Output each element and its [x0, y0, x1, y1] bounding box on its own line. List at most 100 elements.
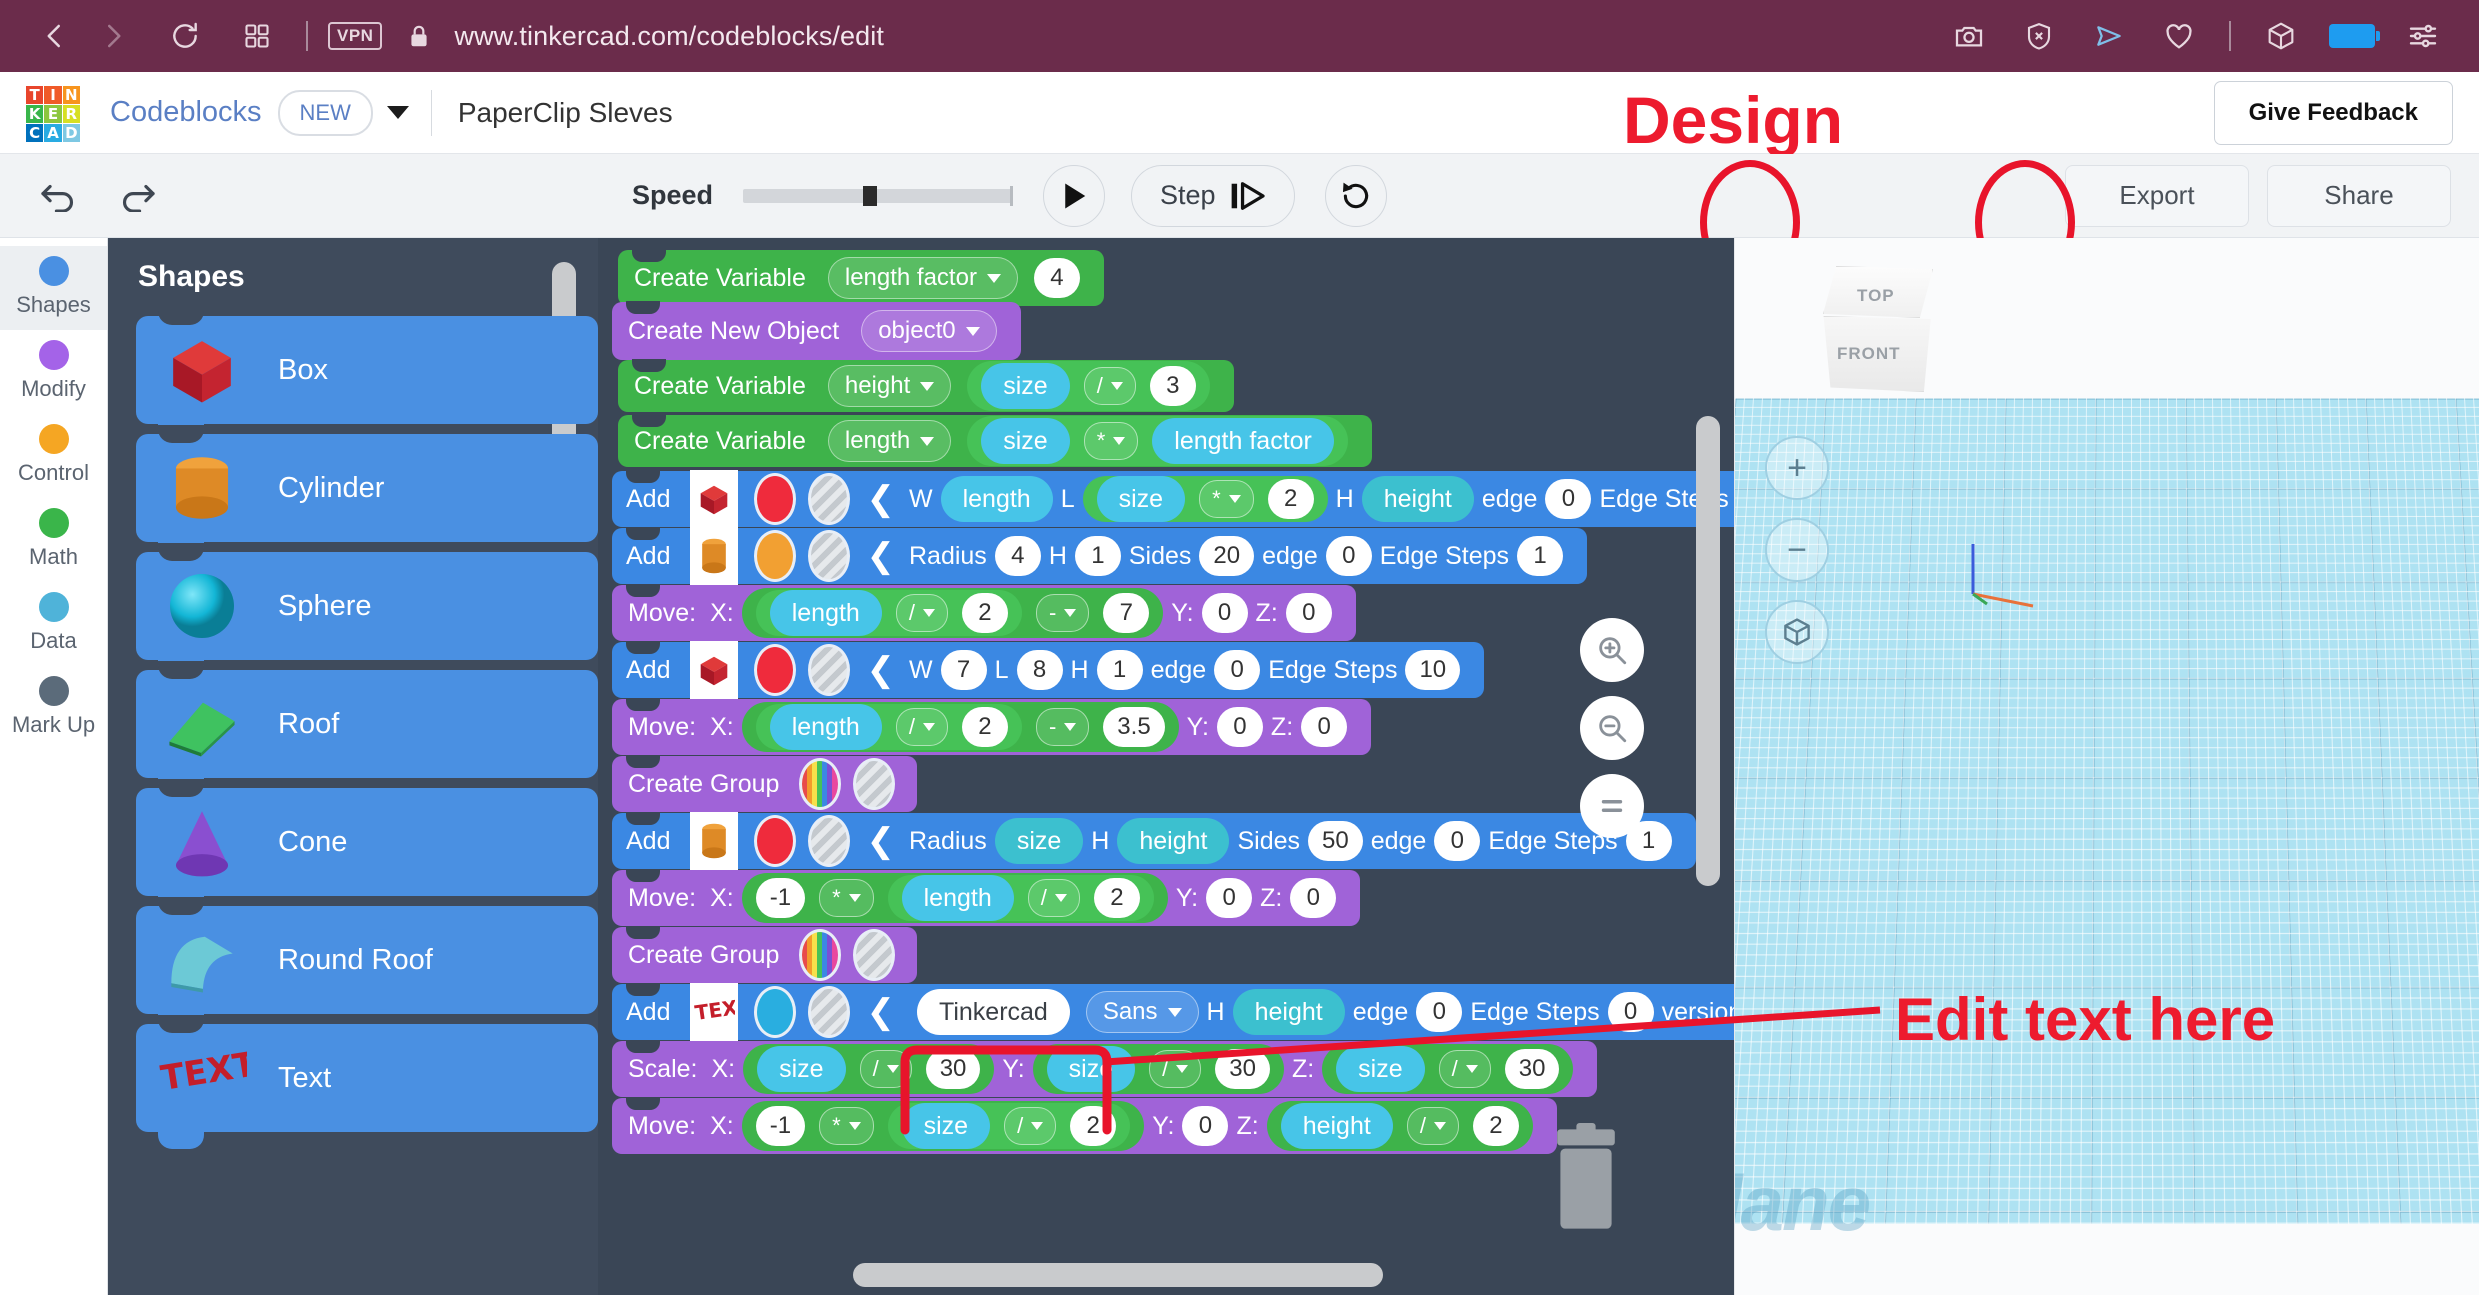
field-edge-value[interactable]: 0: [1545, 479, 1592, 519]
object-dropdown[interactable]: object0: [861, 310, 997, 352]
field-h-value[interactable]: height: [1232, 989, 1345, 1035]
export-button[interactable]: Export: [2065, 164, 2249, 227]
operand-variable[interactable]: size: [901, 1103, 991, 1149]
operand-value-c[interactable]: 2: [1070, 1106, 1117, 1146]
move-y-value[interactable]: 0: [1201, 593, 1248, 633]
hole-swatch[interactable]: [853, 758, 896, 810]
operand-value[interactable]: 3: [1149, 366, 1196, 406]
zoom-out-icon[interactable]: [1580, 696, 1644, 760]
operator-dropdown[interactable]: /: [1406, 1107, 1459, 1145]
hole-swatch[interactable]: [808, 815, 851, 867]
palette-block-sphere[interactable]: Sphere: [136, 543, 598, 677]
block-create-group-2[interactable]: Create Group: [612, 926, 918, 983]
block-create-variable-height[interactable]: Create Variable height size / 3: [618, 359, 1234, 412]
palette-block-text[interactable]: TEXT Text: [136, 1015, 598, 1149]
collapse-chevron-icon[interactable]: ❮: [866, 650, 895, 690]
operator-dropdown[interactable]: /: [1149, 1050, 1202, 1088]
block-add-cylinder-1[interactable]: Add ❮ Radius 4 H 1 Sides 20 edge 0 Edge …: [612, 527, 1588, 585]
block-create-new-object[interactable]: Create New Object object0: [612, 301, 1021, 360]
variable-dropdown[interactable]: length: [827, 420, 952, 462]
operator-dropdown[interactable]: *: [819, 1107, 874, 1145]
operand-value-2[interactable]: 7: [1103, 593, 1150, 633]
category-data[interactable]: Data: [0, 582, 107, 666]
field-h-value[interactable]: 1: [1096, 650, 1143, 690]
viewport-zoom-out-button[interactable]: −: [1765, 518, 1829, 582]
operand-value[interactable]: 30: [925, 1049, 981, 1089]
operator-dropdown-2[interactable]: -: [1035, 594, 1090, 632]
redo-arrow-icon[interactable]: [114, 172, 162, 220]
field-edge-value[interactable]: 0: [1325, 536, 1372, 576]
operator-dropdown[interactable]: /: [1438, 1050, 1491, 1088]
category-shapes[interactable]: Shapes: [0, 246, 107, 330]
operand-variable-b[interactable]: length factor: [1152, 418, 1334, 464]
code-canvas[interactable]: Create Variable length factor 4 Create N…: [598, 238, 1734, 1295]
category-mark-up[interactable]: Mark Up: [0, 666, 107, 750]
operand-value[interactable]: 2: [961, 707, 1008, 747]
block-move-2[interactable]: Move: X: length / 2 - 3.5 Y: 0 Z: 0: [612, 698, 1372, 755]
settings-sliders-icon[interactable]: [2401, 14, 2445, 58]
operand-variable[interactable]: length: [769, 704, 882, 750]
block-add-text[interactable]: Add TEXT ❮ Tinkercad Sans H height edge …: [612, 983, 1734, 1041]
field-edge-steps-value[interactable]: 1: [1517, 536, 1564, 576]
operator-dropdown[interactable]: *: [1199, 480, 1254, 518]
operand-variable[interactable]: size: [1336, 1046, 1425, 1092]
variable-dropdown[interactable]: height: [827, 365, 952, 407]
category-control[interactable]: Control: [0, 414, 107, 498]
operand-variable[interactable]: size: [981, 363, 1070, 409]
value-field[interactable]: 4: [1033, 258, 1080, 298]
chevron-down-icon[interactable]: [386, 106, 409, 119]
collapse-chevron-icon[interactable]: ❮: [866, 992, 895, 1032]
workplane-grid[interactable]: [1735, 398, 2479, 1224]
palette-block-cylinder[interactable]: Cylinder: [136, 425, 598, 559]
tinkercad-logo-icon[interactable]: TINKERCAD: [26, 85, 80, 142]
collapse-chevron-icon[interactable]: ❮: [866, 536, 895, 576]
block-create-variable-length-factor[interactable]: Create Variable length factor 4: [618, 249, 1104, 306]
hole-swatch[interactable]: [853, 929, 896, 981]
code-canvas-vertical-scrollbar[interactable]: [1696, 416, 1720, 886]
move-y-value[interactable]: 0: [1206, 878, 1253, 918]
block-move-4[interactable]: Move: X: -1 * size / 2 Y: 0 Z: height / …: [612, 1097, 1557, 1154]
play-button[interactable]: [1043, 164, 1106, 227]
field-edge-value[interactable]: 0: [1416, 992, 1463, 1032]
home-view-icon[interactable]: [1765, 600, 1829, 664]
hole-swatch[interactable]: [808, 986, 851, 1038]
field-edge-value[interactable]: 0: [1214, 650, 1261, 690]
operand-value-2[interactable]: 3.5: [1103, 707, 1165, 747]
give-feedback-button[interactable]: Give Feedback: [2213, 80, 2453, 145]
block-add-box-2[interactable]: Add ❮ W 7 L 8 H 1 edge 0 Edge Steps 10: [612, 641, 1485, 699]
field-w-value[interactable]: length: [940, 476, 1053, 522]
document-title[interactable]: PaperClip Sleves: [458, 97, 673, 129]
operand-value-c[interactable]: 2: [1093, 878, 1140, 918]
font-dropdown[interactable]: Sans: [1085, 991, 1199, 1033]
move-y-value[interactable]: 0: [1216, 707, 1263, 747]
color-swatch[interactable]: [754, 644, 797, 696]
operand-variable[interactable]: size: [1046, 1046, 1136, 1092]
app-name[interactable]: Codeblocks: [110, 96, 262, 129]
palette-block-cone[interactable]: Cone: [136, 779, 598, 913]
color-swatch[interactable]: [754, 473, 797, 525]
step-button[interactable]: Step: [1131, 164, 1295, 227]
speed-slider-thumb[interactable]: [863, 185, 878, 206]
operator-dropdown[interactable]: /: [1083, 367, 1136, 405]
camera-icon[interactable]: [1947, 14, 1991, 58]
block-add-cylinder-2[interactable]: Add ❮ Radius size H height Sides 50 edge…: [612, 812, 1696, 870]
field-h-value[interactable]: 1: [1074, 536, 1121, 576]
operator-dropdown-2[interactable]: /: [1027, 879, 1080, 917]
rainbow-color-swatch[interactable]: [799, 758, 842, 810]
operator-dropdown[interactable]: *: [1083, 422, 1139, 460]
operand-variable[interactable]: size: [1096, 476, 1186, 522]
palette-block-roof[interactable]: Roof: [136, 661, 598, 795]
shield-block-icon[interactable]: [2017, 14, 2061, 58]
operand-variable[interactable]: height: [1280, 1103, 1393, 1149]
view-cube[interactable]: TOP FRONT: [1813, 266, 1945, 394]
block-move-3[interactable]: Move: X: -1 * length / 2 Y: 0 Z: 0: [612, 869, 1361, 926]
field-h-value[interactable]: height: [1361, 476, 1474, 522]
operator-dropdown[interactable]: *: [819, 879, 874, 917]
block-move-1[interactable]: Move: X: length / 2 - 7 Y: 0 Z: 0: [612, 584, 1356, 641]
move-z-value[interactable]: 0: [1301, 707, 1348, 747]
category-math[interactable]: Math: [0, 498, 107, 582]
field-sides-value[interactable]: 20: [1199, 536, 1255, 576]
field-radius-value[interactable]: size: [994, 818, 1084, 864]
field-sides-value[interactable]: 50: [1308, 821, 1363, 861]
color-swatch[interactable]: [754, 530, 797, 582]
